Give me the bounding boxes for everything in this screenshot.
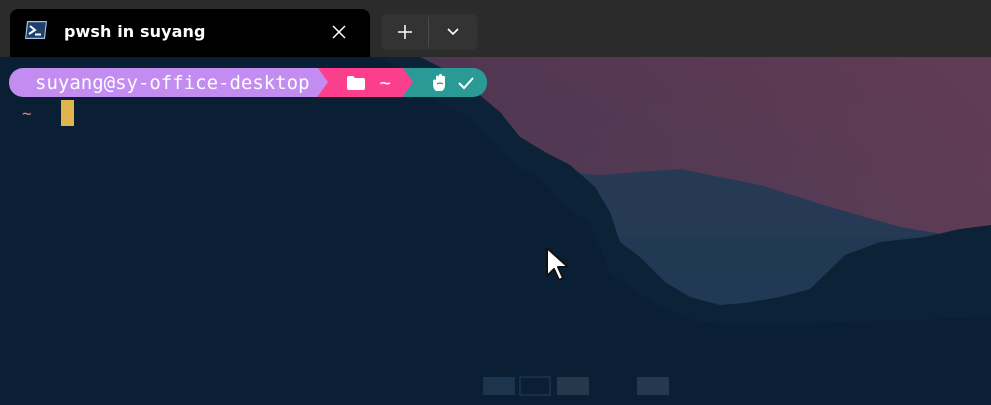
text-cursor bbox=[61, 100, 74, 126]
tab-dropdown-button[interactable] bbox=[429, 14, 477, 50]
plus-icon bbox=[397, 25, 412, 39]
prompt-path: ~ bbox=[379, 71, 391, 94]
prompt-line: suyang@sy-office-desktop ~ bbox=[9, 68, 487, 97]
powershell-icon bbox=[25, 21, 47, 39]
prompt-status-segment bbox=[419, 68, 487, 97]
hand-icon bbox=[433, 73, 445, 91]
input-prefix: ~ bbox=[22, 103, 32, 123]
prompt-separator bbox=[403, 68, 419, 97]
terminal-pane[interactable]: suyang@sy-office-desktop ~ ~ bbox=[0, 57, 991, 405]
prompt-separator bbox=[317, 68, 334, 97]
new-tab-button[interactable] bbox=[381, 14, 428, 50]
prompt-path-segment: ~ bbox=[333, 68, 403, 97]
background-image bbox=[0, 57, 991, 405]
tab-pwsh[interactable]: pwsh in suyang bbox=[10, 9, 370, 57]
prompt-user-segment: suyang@sy-office-desktop bbox=[9, 68, 318, 97]
folder-icon bbox=[346, 75, 365, 90]
tab-title: pwsh in suyang bbox=[64, 22, 206, 41]
tab-controls bbox=[381, 14, 477, 50]
prompt-user-host: suyang@sy-office-desktop bbox=[35, 71, 310, 94]
chevron-down-icon bbox=[447, 28, 459, 36]
title-bar: pwsh in suyang bbox=[0, 0, 991, 57]
check-icon bbox=[458, 76, 474, 89]
input-line[interactable]: ~ bbox=[22, 100, 74, 126]
close-tab-button[interactable] bbox=[328, 21, 350, 43]
mouse-pointer-icon bbox=[546, 247, 569, 281]
terminal-window: pwsh in suyang suyang@sy-office-desktop … bbox=[0, 0, 991, 405]
close-icon bbox=[332, 25, 346, 39]
